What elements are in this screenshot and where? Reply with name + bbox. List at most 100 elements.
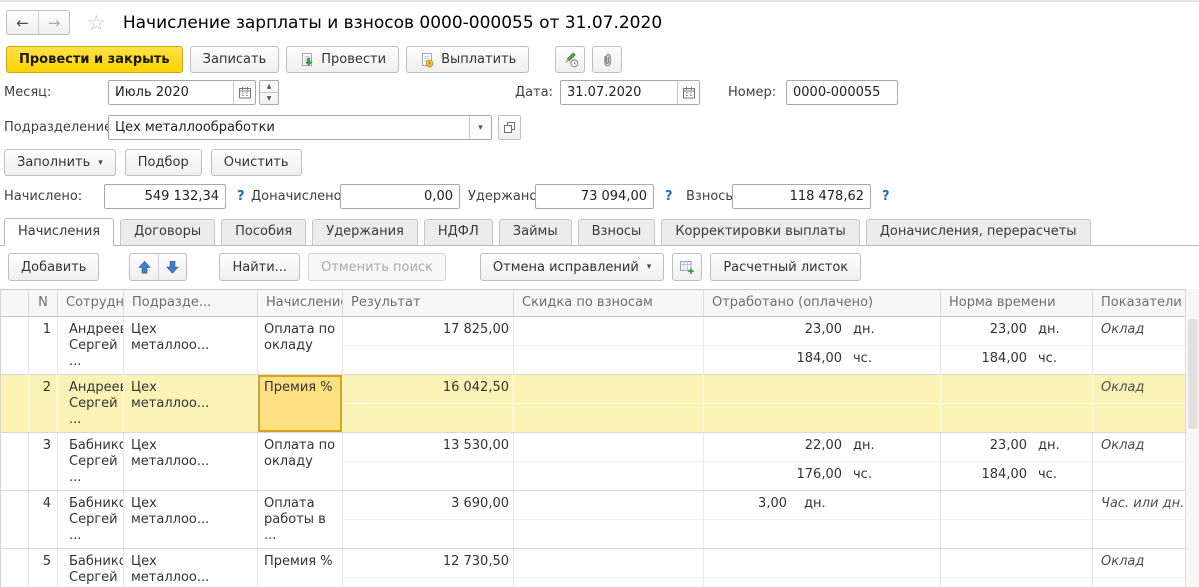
table-row[interactable]: 1 Андреев Сергей ... Цех металлоо... Опл… xyxy=(1,317,1185,375)
month-calendar-icon[interactable] xyxy=(233,81,255,104)
cell-employee[interactable]: Андреев Сергей ... xyxy=(58,317,124,374)
payslip-button[interactable]: Расчетный листок xyxy=(710,253,861,281)
tab-loans[interactable]: Займы xyxy=(499,219,572,245)
department-dropdown-icon[interactable]: ▾ xyxy=(469,116,491,139)
add-row-button[interactable]: Добавить xyxy=(8,253,99,281)
number-input[interactable] xyxy=(786,80,898,105)
table-row[interactable]: 5 Бабников Сергей ... Цех металлоо... Пр… xyxy=(1,549,1185,587)
tab-accruals[interactable]: Начисления xyxy=(4,218,114,246)
date-input[interactable] xyxy=(561,81,677,104)
cell-accrual[interactable]: Оплата по окладу xyxy=(258,433,343,490)
table-row[interactable]: 4 Бабников Сергей ... Цех металлоо... Оп… xyxy=(1,491,1185,549)
month-stepper[interactable]: ▲ ▼ xyxy=(259,80,279,105)
cell-employee[interactable]: Андреев Сергей ... xyxy=(58,375,124,432)
cell-row-number[interactable]: 4 xyxy=(29,491,58,548)
cell-row-number[interactable]: 2 xyxy=(29,375,58,432)
cell-discount[interactable] xyxy=(514,433,704,490)
column-header-department[interactable]: Подразде... xyxy=(124,290,258,316)
cell-accrual[interactable]: Премия % xyxy=(258,549,343,587)
cell-row-number[interactable]: 3 xyxy=(29,433,58,490)
tab-recalculations[interactable]: Доначисления, перерасчеты xyxy=(866,219,1091,245)
cell-accrual[interactable]: Премия % xyxy=(258,375,343,432)
pick-button[interactable]: Подбор xyxy=(125,149,202,176)
column-header-norm[interactable]: Норма времени xyxy=(941,290,1093,316)
vertical-scrollbar[interactable] xyxy=(1185,289,1199,587)
column-header-result[interactable]: Результат xyxy=(343,290,514,316)
column-header-employee[interactable]: Сотрудник xyxy=(58,290,124,316)
cell-department[interactable]: Цех металлоо... xyxy=(124,375,258,432)
date-calendar-icon[interactable] xyxy=(677,81,699,104)
cell-indicators[interactable]: Оклад xyxy=(1093,375,1186,432)
find-button[interactable]: Найти... xyxy=(219,253,300,281)
cell-indicators[interactable]: Час. или дн. ст xyxy=(1093,491,1186,548)
accrued-help-icon[interactable]: ? xyxy=(237,184,245,209)
cell-worked[interactable] xyxy=(704,375,941,432)
cell-norm[interactable]: 23,00дн. 184,00чс. xyxy=(941,433,1093,490)
cell-discount[interactable] xyxy=(514,491,704,548)
change-history-button[interactable] xyxy=(555,46,585,73)
clear-button[interactable]: Очистить xyxy=(211,149,302,176)
cell-discount[interactable] xyxy=(514,317,704,374)
cell-department[interactable]: Цех металлоо... xyxy=(124,433,258,490)
cell-discount[interactable] xyxy=(514,375,704,432)
pay-button[interactable]: Выплатить xyxy=(406,46,529,73)
cell-result[interactable]: 16 042,50 xyxy=(343,375,514,432)
cell-worked[interactable]: 23,00дн. 184,00чс. xyxy=(704,317,941,374)
attachments-button[interactable] xyxy=(592,46,622,73)
cell-department[interactable]: Цех металлоо... xyxy=(124,549,258,587)
scrollbar-thumb[interactable] xyxy=(1188,319,1198,429)
cell-employee[interactable]: Бабников Сергей ... xyxy=(58,549,124,587)
column-header-n[interactable]: N xyxy=(29,290,58,316)
tab-ndfl[interactable]: НДФЛ xyxy=(424,219,493,245)
cell-accrual[interactable]: Оплата по окладу xyxy=(258,317,343,374)
table-row[interactable]: 2 Андреев Сергей ... Цех металлоо... Пре… xyxy=(1,375,1185,433)
contributions-input[interactable] xyxy=(732,184,871,209)
fill-button[interactable]: Заполнить▾ xyxy=(4,149,116,176)
column-header-worked[interactable]: Отработано (оплачено) xyxy=(704,290,941,316)
cell-department[interactable]: Цех металлоо... xyxy=(124,491,258,548)
cell-result[interactable]: 12 730,50 xyxy=(343,549,514,587)
column-header-accrual[interactable]: Начисление xyxy=(258,290,343,316)
cell-worked[interactable]: 3,00дн. xyxy=(704,491,941,548)
move-down-button[interactable] xyxy=(158,254,186,280)
cell-norm[interactable]: 23,00дн. 184,00чс. xyxy=(941,317,1093,374)
column-header-indicators[interactable]: Показатели xyxy=(1093,290,1186,316)
tab-deductions[interactable]: Удержания xyxy=(312,219,418,245)
cell-accrual[interactable]: Оплата работы в ... xyxy=(258,491,343,548)
cell-indicators[interactable]: Оклад xyxy=(1093,549,1186,587)
cell-employee[interactable]: Бабников Сергей ... xyxy=(58,433,124,490)
month-input[interactable] xyxy=(109,81,233,104)
cell-norm[interactable] xyxy=(941,549,1093,587)
column-settings-button[interactable] xyxy=(672,253,702,281)
cell-department[interactable]: Цех металлоо... xyxy=(124,317,258,374)
cell-employee[interactable]: Бабников Сергей ... xyxy=(58,491,124,548)
cell-norm[interactable] xyxy=(941,375,1093,432)
tab-contracts[interactable]: Договоры xyxy=(120,219,215,245)
cell-result[interactable]: 17 825,00 xyxy=(343,317,514,374)
cell-norm[interactable] xyxy=(941,491,1093,548)
withheld-input[interactable] xyxy=(535,184,654,209)
post-and-close-button[interactable]: Провести и закрыть xyxy=(6,46,183,73)
cell-discount[interactable] xyxy=(514,549,704,587)
cell-result[interactable]: 13 530,00 xyxy=(343,433,514,490)
cell-worked[interactable]: 22,00дн. 176,00чс. xyxy=(704,433,941,490)
move-up-button[interactable] xyxy=(130,254,158,280)
withheld-help-icon[interactable]: ? xyxy=(665,184,673,209)
favorite-star-icon[interactable]: ☆ xyxy=(87,11,106,35)
accrued-input[interactable] xyxy=(104,184,226,209)
cell-result[interactable]: 3 690,00 xyxy=(343,491,514,548)
cell-row-number[interactable]: 5 xyxy=(29,549,58,587)
back-button[interactable]: ← xyxy=(7,11,38,34)
tab-benefits[interactable]: Пособия xyxy=(221,219,306,245)
cancel-search-button[interactable]: Отменить поиск xyxy=(308,253,446,281)
tab-payment-adjustments[interactable]: Корректировки выплаты xyxy=(661,219,859,245)
department-open-icon[interactable] xyxy=(498,115,521,140)
cell-worked[interactable] xyxy=(704,549,941,587)
department-input[interactable] xyxy=(109,116,469,139)
table-row[interactable]: 3 Бабников Сергей ... Цех металлоо... Оп… xyxy=(1,433,1185,491)
additional-input[interactable] xyxy=(340,184,460,209)
cell-indicators[interactable]: Оклад xyxy=(1093,317,1186,374)
save-button[interactable]: Записать xyxy=(190,46,280,73)
cancel-fixes-button[interactable]: Отмена исправлений▾ xyxy=(480,253,664,281)
forward-button[interactable]: → xyxy=(38,11,69,34)
